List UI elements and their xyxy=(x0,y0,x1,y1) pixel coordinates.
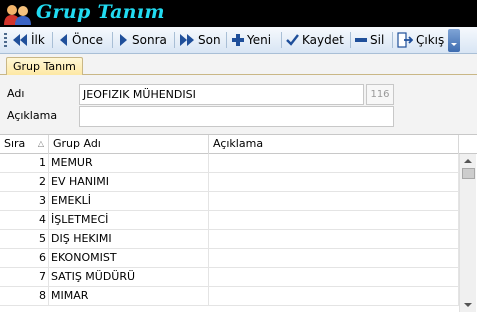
previous-label: Önce xyxy=(72,33,104,47)
table-row[interactable]: 8 MIMAR xyxy=(0,287,459,306)
table-row[interactable]: 5 DIŞ HEKIMI xyxy=(0,230,459,249)
table-row[interactable]: 1 MEMUR xyxy=(0,154,459,173)
tab-strip: Grup Tanım xyxy=(0,54,477,76)
first-button[interactable]: İlk xyxy=(12,30,45,50)
name-length-counter: 116 xyxy=(366,84,394,105)
form-panel: Adı JEOFIZIK MÜHENDISI 116 Açıklama xyxy=(0,75,477,133)
column-header-aciklama[interactable]: Açıklama xyxy=(209,135,459,154)
vertical-scrollbar[interactable] xyxy=(459,154,476,312)
scroll-up-icon[interactable] xyxy=(464,159,472,163)
column-header-grup-adi[interactable]: Grup Adı xyxy=(49,135,209,154)
next-label: Sonra xyxy=(132,33,167,47)
toolbar-separator xyxy=(52,32,53,48)
delete-label: Sil xyxy=(370,33,385,47)
group-name-cell[interactable]: MIMAR xyxy=(49,287,209,305)
plus-icon xyxy=(232,34,244,46)
toolbar-separator xyxy=(392,32,393,48)
toolbar-separator xyxy=(174,32,175,48)
exit-label: Çıkış xyxy=(416,33,445,47)
scrollbar-thumb[interactable] xyxy=(462,168,475,179)
tab-grup-tanim[interactable]: Grup Tanım xyxy=(6,57,83,76)
table-row[interactable]: 3 EMEKLİ xyxy=(0,192,459,211)
first-label: İlk xyxy=(31,33,45,47)
minus-icon xyxy=(355,38,367,42)
toolbar-overflow-button[interactable] xyxy=(448,29,460,52)
group-name-cell[interactable]: DIŞ HEKIMI xyxy=(49,230,209,248)
checkmark-icon xyxy=(286,34,299,46)
group-name-cell[interactable]: EV HANIMI xyxy=(49,173,209,191)
toolbar-separator xyxy=(350,32,351,48)
row-number: 4 xyxy=(0,211,49,229)
description-label: Açıklama xyxy=(7,109,58,122)
table-row[interactable]: 4 İŞLETMECİ xyxy=(0,211,459,230)
exit-button[interactable]: Çıkış xyxy=(397,30,444,50)
exit-icon xyxy=(397,32,413,48)
row-number: 2 xyxy=(0,173,49,191)
description-cell[interactable] xyxy=(209,154,459,172)
group-name-cell[interactable]: İŞLETMECİ xyxy=(49,211,209,229)
column-header-label: Grup Adı xyxy=(53,137,101,150)
table-row[interactable]: 6 EKONOMIST xyxy=(0,249,459,268)
column-header-sira[interactable]: Sıra △ xyxy=(0,135,49,154)
description-cell[interactable] xyxy=(209,268,459,286)
name-label: Adı xyxy=(7,87,25,100)
last-icon xyxy=(180,34,194,46)
row-number: 1 xyxy=(0,154,49,172)
description-field[interactable] xyxy=(79,106,394,127)
previous-icon xyxy=(60,34,67,46)
row-number: 6 xyxy=(0,249,49,267)
toolbar-separator xyxy=(226,32,227,48)
toolbar-separator xyxy=(281,32,282,48)
scroll-down-icon[interactable] xyxy=(464,303,472,307)
new-button[interactable]: Yeni xyxy=(232,30,271,50)
toolbar-grip[interactable] xyxy=(4,33,7,47)
save-button[interactable]: Kaydet xyxy=(286,30,344,50)
description-cell[interactable] xyxy=(209,173,459,191)
row-number: 7 xyxy=(0,268,49,286)
row-number: 3 xyxy=(0,192,49,210)
first-icon xyxy=(13,34,27,46)
group-name-cell[interactable]: SATIŞ MÜDÜRÜ xyxy=(49,268,209,286)
row-number: 5 xyxy=(0,230,49,248)
group-name-cell[interactable]: EMEKLİ xyxy=(49,192,209,210)
save-label: Kaydet xyxy=(302,33,344,47)
data-grid: Sıra △ Grup Adı Açıklama 1 MEMUR 2 EV HA… xyxy=(0,134,477,313)
description-cell[interactable] xyxy=(209,230,459,248)
table-row[interactable]: 2 EV HANIMI xyxy=(0,173,459,192)
sort-ascending-icon: △ xyxy=(37,139,44,148)
window-title: Grup Tanım xyxy=(36,1,165,23)
grid-corner xyxy=(459,135,477,154)
last-label: Son xyxy=(198,33,221,47)
name-field[interactable]: JEOFIZIK MÜHENDISI xyxy=(79,84,364,105)
table-row[interactable]: 7 SATIŞ MÜDÜRÜ xyxy=(0,268,459,287)
description-cell[interactable] xyxy=(209,287,459,305)
description-cell[interactable] xyxy=(209,249,459,267)
next-icon xyxy=(120,34,127,46)
group-name-cell[interactable]: EKONOMIST xyxy=(49,249,209,267)
toolbar: İlk Önce Sonra Son Yeni Kaydet Sil Çıkış xyxy=(0,27,477,54)
toolbar-separator xyxy=(112,32,113,48)
group-name-cell[interactable]: MEMUR xyxy=(49,154,209,172)
row-number: 8 xyxy=(0,287,49,305)
next-button[interactable]: Sonra xyxy=(118,30,167,50)
description-cell[interactable] xyxy=(209,192,459,210)
previous-button[interactable]: Önce xyxy=(58,30,103,50)
description-cell[interactable] xyxy=(209,211,459,229)
title-bar: Grup Tanım xyxy=(0,0,477,27)
users-icon xyxy=(4,5,31,25)
last-button[interactable]: Son xyxy=(179,30,221,50)
grid-header: Sıra △ Grup Adı Açıklama xyxy=(0,135,459,154)
new-label: Yeni xyxy=(247,33,272,47)
column-header-label: Sıra xyxy=(4,137,26,150)
column-header-label: Açıklama xyxy=(213,137,264,150)
delete-button[interactable]: Sil xyxy=(355,30,384,50)
grid-rows: 1 MEMUR 2 EV HANIMI 3 EMEKLİ 4 İŞLETMECİ… xyxy=(0,154,459,306)
